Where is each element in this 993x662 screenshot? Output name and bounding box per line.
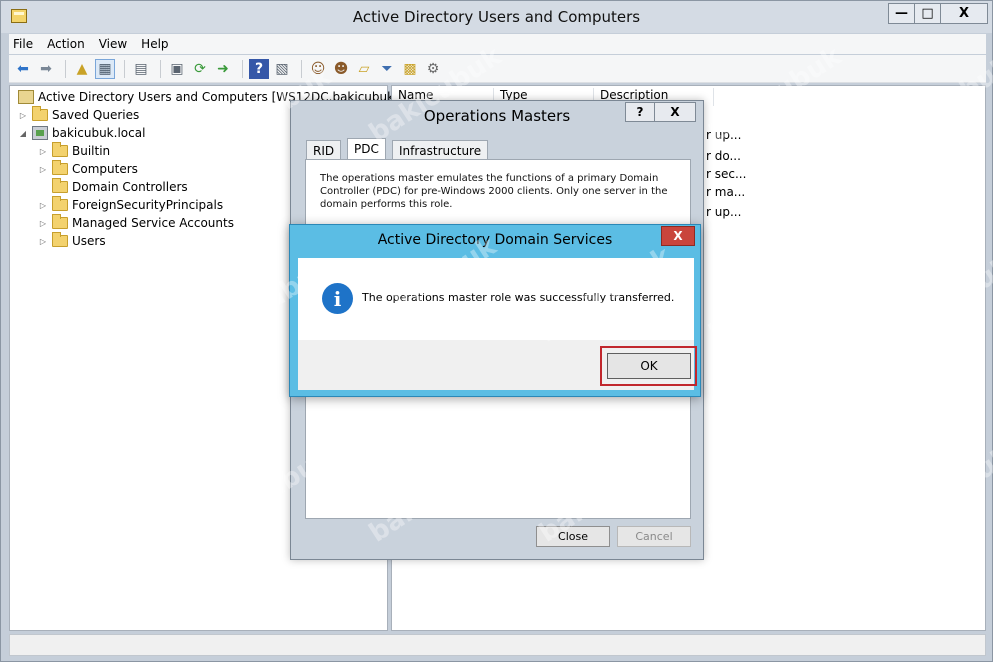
ok-highlight: OK — [600, 346, 697, 386]
console-root-icon — [18, 90, 34, 104]
forward-arrow-icon[interactable]: ➡ — [36, 59, 56, 79]
tree-item-managed-service-accounts[interactable]: ▷ Managed Service Accounts — [38, 214, 234, 232]
tree-item-builtin[interactable]: ▷ Builtin — [38, 142, 110, 160]
action-pane-icon[interactable]: ▧ — [272, 59, 292, 79]
menu-action[interactable]: Action — [47, 37, 85, 51]
tree-item-saved-queries[interactable]: ▷ Saved Queries — [18, 106, 139, 124]
expand-arrow-icon[interactable]: ▷ — [38, 201, 48, 210]
expand-arrow-icon[interactable]: ▷ — [18, 111, 28, 120]
close-button[interactable]: Close — [536, 526, 610, 547]
minimize-button[interactable]: — — [888, 3, 915, 24]
help-button[interactable]: ? — [625, 102, 655, 122]
up-folder-icon[interactable]: ▲ — [72, 59, 92, 79]
menu-help[interactable]: Help — [141, 37, 168, 51]
tree-item-label: Computers — [72, 162, 138, 176]
ok-button[interactable]: OK — [607, 353, 691, 379]
cancel-button[interactable]: Cancel — [617, 526, 691, 547]
new-user-icon[interactable]: ☺ — [308, 59, 328, 79]
expand-arrow-icon[interactable]: ▷ — [38, 219, 48, 228]
tree-item-domain-controllers[interactable]: Domain Controllers — [38, 178, 188, 196]
status-bar — [9, 634, 986, 656]
description-cell: r ma... — [706, 185, 746, 199]
expand-arrow-icon[interactable]: ▷ — [38, 165, 48, 174]
properties-icon[interactable]: ▤ — [131, 59, 151, 79]
tree-item-label: Managed Service Accounts — [72, 216, 234, 230]
toolbar-separator — [124, 59, 125, 78]
add-to-group-icon[interactable]: ▩ — [400, 59, 420, 79]
export-list-icon[interactable]: ➜ — [213, 59, 233, 79]
message-box-title: Active Directory Domain Services — [377, 232, 613, 248]
show-hide-tree-icon[interactable]: ▦ — [95, 58, 115, 79]
tree-item-users[interactable]: ▷ Users — [38, 232, 106, 250]
folder-icon — [52, 178, 68, 193]
tree-item-label: ForeignSecurityPrincipals — [72, 198, 224, 212]
close-window-button[interactable]: X — [940, 3, 988, 24]
delegate-control-icon[interactable]: ⚙ — [423, 59, 443, 79]
expand-arrow-icon[interactable]: ▷ — [38, 237, 48, 246]
refresh-icon[interactable]: ⟳ — [190, 59, 210, 79]
tree-item-domain[interactable]: ◢ bakicubuk.local — [18, 124, 145, 142]
description-cell: r sec... — [706, 167, 747, 181]
title-bar: Active Directory Users and Computers — □… — [1, 1, 992, 33]
tree-item-label: Saved Queries — [52, 108, 140, 122]
tree-item-label: bakicubuk.local — [52, 126, 146, 140]
new-ou-icon[interactable]: ▱ — [354, 59, 374, 79]
tree-item-foreign-security-principals[interactable]: ▷ ForeignSecurityPrincipals — [38, 196, 223, 214]
description-cell: r up... — [706, 205, 742, 219]
toolbar-separator — [242, 59, 243, 78]
folder-icon — [52, 232, 68, 247]
message-box-body: i The operations master role was success… — [298, 258, 694, 340]
toolbar-separator — [65, 59, 66, 78]
tree-item-computers[interactable]: ▷ Computers — [38, 160, 138, 178]
domain-icon — [32, 126, 48, 140]
folder-icon — [52, 214, 68, 229]
close-dialog-button[interactable]: X — [654, 102, 696, 122]
help-icon[interactable]: ? — [249, 58, 269, 79]
maximize-button[interactable]: □ — [914, 3, 941, 24]
tab-rid[interactable]: RID — [306, 140, 342, 160]
tab-pdc[interactable]: PDC — [347, 138, 386, 160]
collapse-arrow-icon[interactable]: ◢ — [18, 129, 28, 138]
menu-view[interactable]: View — [99, 37, 127, 51]
copy-icon[interactable]: ▣ — [167, 59, 187, 79]
tree-item-label: Users — [72, 234, 106, 248]
role-description: The operations master emulates the funct… — [320, 173, 668, 210]
adds-message-box: Active Directory Domain Services X i The… — [289, 224, 701, 397]
information-icon: i — [322, 283, 353, 314]
close-message-box-button[interactable]: X — [661, 226, 695, 246]
window-title: Active Directory Users and Computers — [352, 8, 641, 26]
toolbar-separator — [160, 59, 161, 78]
tab-infrastructure[interactable]: Infrastructure — [392, 140, 489, 160]
message-box-footer: OK — [298, 340, 697, 390]
description-cell: r do... — [706, 149, 741, 163]
back-arrow-icon[interactable]: ⬅ — [13, 59, 33, 79]
tree-item-label: Builtin — [72, 144, 111, 158]
folder-icon — [52, 160, 68, 175]
menu-bar: File Action View Help — [9, 34, 986, 54]
message-text: The operations master role was successfu… — [362, 291, 675, 304]
tree-item-label: Domain Controllers — [72, 180, 188, 194]
toolbar-separator — [301, 59, 302, 78]
folder-icon — [52, 142, 68, 157]
folder-icon — [52, 196, 68, 211]
description-cell: r up... — [706, 128, 742, 142]
folder-icon — [32, 106, 48, 121]
new-group-icon[interactable]: ☻ — [331, 59, 351, 79]
filter-icon[interactable]: ⏷ — [377, 59, 397, 79]
toolbar: ⬅ ➡ ▲ ▦ ▤ ▣ ⟳ ➜ ? ▧ ☺ ☻ ▱ ⏷ ▩ ⚙ — [9, 55, 986, 83]
expand-arrow-icon[interactable]: ▷ — [38, 147, 48, 156]
menu-file[interactable]: File — [13, 37, 33, 51]
